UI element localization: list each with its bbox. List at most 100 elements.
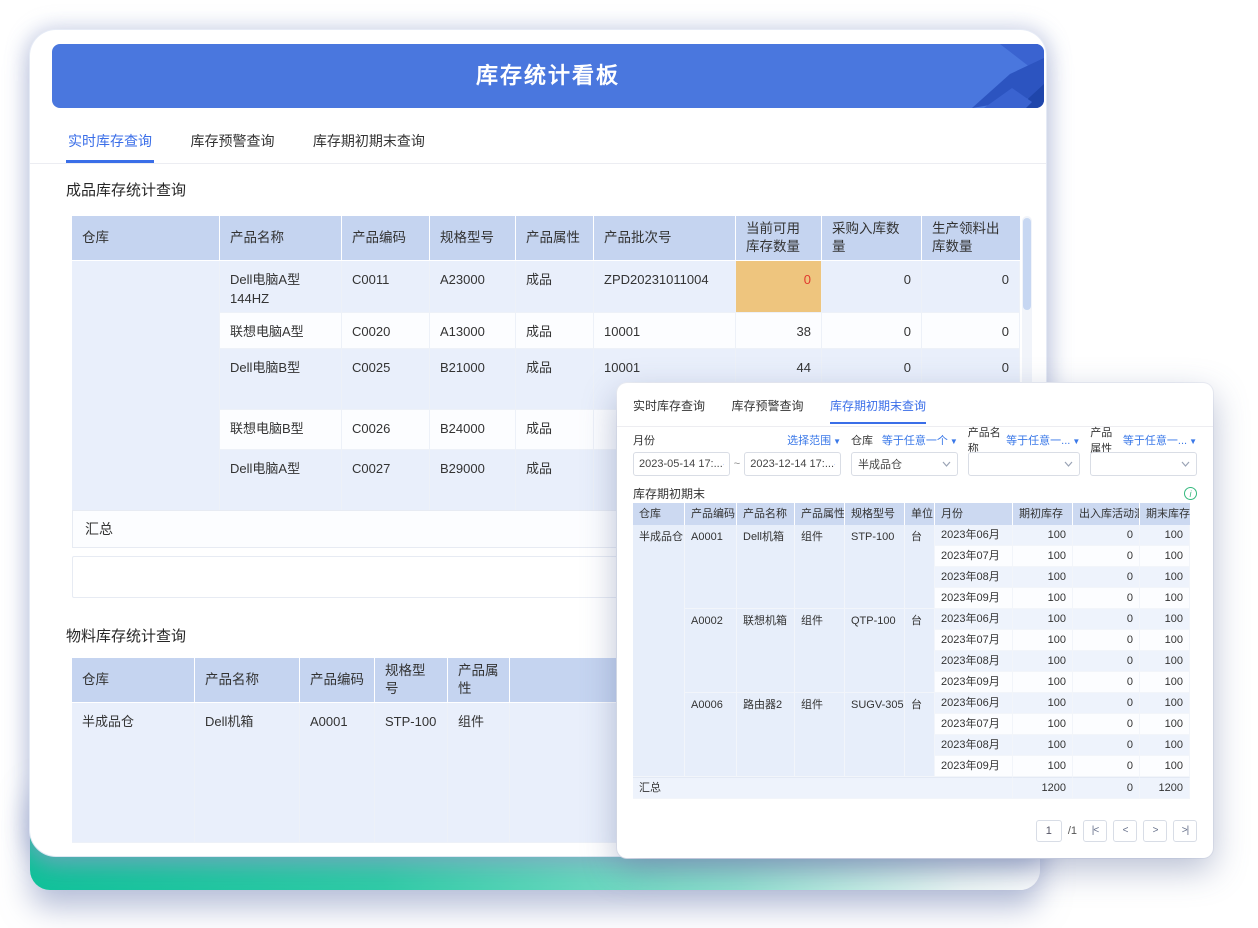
overlay-tab-alert[interactable]: 库存预警查询 <box>731 397 803 424</box>
column-header-available-stock-qty: 当前可用库存数量 <box>736 216 822 261</box>
opening-stock-cell: 100 <box>1013 714 1073 735</box>
product-attr-cell: 成品 <box>516 349 594 410</box>
opening-stock-cell: 100 <box>1013 630 1073 651</box>
closing-stock-cell: 100 <box>1140 567 1190 588</box>
header-row: 仓库产品名称产品编码规格型号产品属性产品批次号当前可用库存数量采购入库数量生产领… <box>72 216 1020 261</box>
next-page-button[interactable]: > <box>1143 820 1167 842</box>
product-attr-op-link[interactable]: 等于任意一...▼ <box>1123 432 1197 448</box>
closing-stock-cell: 100 <box>1140 714 1190 735</box>
column-header-product-name: 产品名称 <box>737 503 795 525</box>
product-name-op-link[interactable]: 等于任意一...▼ <box>1006 432 1080 448</box>
first-page-button[interactable]: |< <box>1083 820 1107 842</box>
column-header-opening-stock: 期初库存 <box>1013 503 1073 525</box>
date-from-input[interactable]: 2023-05-14 17:... <box>633 452 730 476</box>
chevron-down-icon <box>1181 461 1190 467</box>
product-name-cell: Dell机箱 <box>195 703 300 843</box>
month-cell: 2023年08月 <box>935 651 1013 672</box>
column-header-activity-total: 出入库活动汇总 <box>1073 503 1140 525</box>
spec-model-cell: B29000 <box>430 450 516 513</box>
batch-no-cell: 10001 <box>594 313 736 349</box>
column-header-purchase-in-qty: 采购入库数量 <box>822 216 922 261</box>
finished-section-title: 成品库存统计查询 <box>66 180 186 202</box>
product-name-cell: 联想电脑B型 <box>220 410 342 450</box>
scrollbar-thumb[interactable] <box>1023 218 1031 310</box>
product-name-cell: 联想机箱 <box>737 609 795 693</box>
column-header-product-code: 产品编码 <box>342 216 430 261</box>
tab-period-inventory[interactable]: 库存期初期末查询 <box>311 124 427 163</box>
product-attr-cell: 成品 <box>516 261 594 313</box>
product-attr-cell: 成品 <box>516 410 594 450</box>
closing-stock-cell: 100 <box>1140 756 1190 777</box>
warehouse-op-link[interactable]: 等于任意一个▼ <box>882 432 958 448</box>
spec-model-cell: B21000 <box>430 349 516 410</box>
overlay-tab-realtime[interactable]: 实时库存查询 <box>633 397 705 424</box>
product-code-cell: C0011 <box>342 261 430 313</box>
unit-cell: 台 <box>905 525 935 609</box>
material-section-title: 物料库存统计查询 <box>66 626 186 648</box>
table-row: Dell电脑A型 144HZC0011A23000成品ZPD2023101100… <box>72 261 1020 313</box>
activity-total-cell: 0 <box>1073 609 1140 630</box>
table-row: A0002联想机箱组件QTP-100台2023年06月1000100 <box>633 609 1190 630</box>
batch-no-cell: ZPD20231011004 <box>594 261 736 313</box>
product-code-cell: A0002 <box>685 609 737 693</box>
activity-total-cell: 0 <box>1073 525 1140 546</box>
activity-total-cell: 0 <box>1073 567 1140 588</box>
opening-stock-cell: 100 <box>1013 567 1073 588</box>
dropdown-arrow-icon: ▼ <box>1072 437 1080 446</box>
spec-model-cell: A23000 <box>430 261 516 313</box>
product-code-cell: C0020 <box>342 313 430 349</box>
summary-activity-cell: 0 <box>1073 777 1140 799</box>
header-row: 仓库产品编码产品名称产品属性规格型号单位月份期初库存出入库活动汇总期末库存 <box>633 503 1190 525</box>
activity-total-cell: 0 <box>1073 651 1140 672</box>
opening-stock-cell: 100 <box>1013 672 1073 693</box>
closing-stock-cell: 100 <box>1140 525 1190 546</box>
column-header-warehouse: 仓库 <box>72 216 220 261</box>
closing-stock-cell: 100 <box>1140 735 1190 756</box>
purchase-in-cell: 0 <box>822 261 922 313</box>
product-code-cell: A0001 <box>300 703 375 843</box>
month-cell: 2023年06月 <box>935 525 1013 546</box>
opening-stock-cell: 100 <box>1013 546 1073 567</box>
closing-stock-cell: 100 <box>1140 546 1190 567</box>
opening-stock-cell: 100 <box>1013 588 1073 609</box>
page-number-input[interactable]: 1 <box>1036 820 1062 842</box>
tab-realtime-inventory[interactable]: 实时库存查询 <box>66 124 154 163</box>
warehouse-cell <box>72 261 220 513</box>
column-header-production-out-qty: 生产领料出库数量 <box>922 216 1020 261</box>
product-name-select[interactable] <box>968 452 1080 476</box>
info-icon[interactable]: i <box>1184 487 1197 500</box>
range-separator: ~ <box>734 458 740 470</box>
date-to-input[interactable]: 2023-12-14 17:... <box>744 452 841 476</box>
product-attr-cell: 成品 <box>516 313 594 349</box>
activity-total-cell: 0 <box>1073 588 1140 609</box>
activity-total-cell: 0 <box>1073 714 1140 735</box>
spec-model-cell: A13000 <box>430 313 516 349</box>
page-title: 库存统计看板 <box>52 44 1044 108</box>
warehouse-select[interactable]: 半成品仓 <box>851 452 958 476</box>
product-code-cell: C0026 <box>342 410 430 450</box>
column-header-batch-no: 产品批次号 <box>594 216 736 261</box>
calendar-icon <box>723 459 724 470</box>
spec-model-cell: STP-100 <box>845 525 905 609</box>
table-row: 半成品仓A0001Dell机箱组件STP-100台2023年06月1000100 <box>633 525 1190 546</box>
product-name-filter: 产品名称 等于任意一...▼ <box>968 431 1080 476</box>
activity-total-cell: 0 <box>1073 672 1140 693</box>
column-header-product-attr: 产品属性 <box>795 503 845 525</box>
activity-total-cell: 0 <box>1073 546 1140 567</box>
summary-row: 汇总120001200 <box>633 777 1190 799</box>
month-cell: 2023年07月 <box>935 546 1013 567</box>
product-attr-select[interactable] <box>1090 452 1197 476</box>
opening-stock-cell: 100 <box>1013 756 1073 777</box>
low-stock-alert-cell: 0 <box>736 261 822 313</box>
month-cell: 2023年07月 <box>935 630 1013 651</box>
warehouse-label: 仓库 <box>851 432 873 448</box>
column-header-warehouse: 仓库 <box>633 503 685 525</box>
product-code-cell: C0027 <box>342 450 430 513</box>
prev-page-button[interactable]: < <box>1113 820 1137 842</box>
production-out-cell: 0 <box>922 261 1020 313</box>
main-tab-bar: 实时库存查询 库存预警查询 库存期初期末查询 <box>30 124 1046 164</box>
range-select-link[interactable]: 选择范围▼ <box>787 432 841 448</box>
tab-inventory-alert[interactable]: 库存预警查询 <box>188 124 276 163</box>
last-page-button[interactable]: >| <box>1173 820 1197 842</box>
overlay-tab-period[interactable]: 库存期初期末查询 <box>830 397 926 424</box>
